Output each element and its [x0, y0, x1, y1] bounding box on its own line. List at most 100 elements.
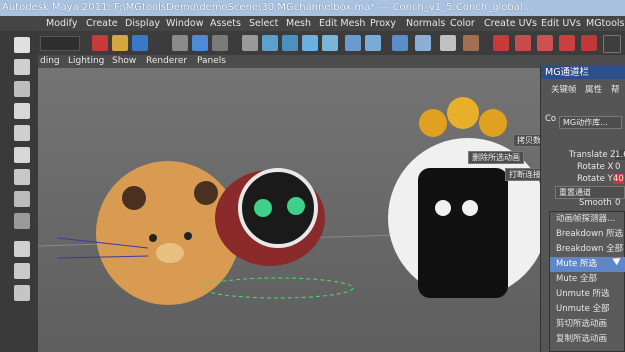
- attr-smooth-value[interactable]: 0: [615, 198, 620, 208]
- tab-keyframe[interactable]: 关键帧: [551, 83, 577, 95]
- layout-outliner-icon[interactable]: [14, 285, 30, 301]
- construction-icon[interactable]: [365, 35, 381, 51]
- move-tool-icon[interactable]: [14, 103, 30, 119]
- render-view-icon[interactable]: [581, 35, 597, 51]
- lasso-tool-icon[interactable]: [14, 59, 30, 75]
- panel-menu-lighting[interactable]: Lighting: [68, 55, 104, 68]
- menu-item-unmute-all[interactable]: Unmute 全部: [550, 302, 625, 317]
- menu-color[interactable]: Color: [450, 16, 475, 31]
- attr-rotate-y-label: Rotate Y: [577, 174, 613, 184]
- render-frame-icon[interactable]: [463, 35, 479, 51]
- main-menubar: Modify Create Display Window Assets Sele…: [0, 16, 625, 31]
- rotate-tool-icon[interactable]: [14, 125, 30, 141]
- snap-surface-icon[interactable]: [322, 35, 338, 51]
- mode-dropdown[interactable]: [40, 36, 80, 51]
- history-icon[interactable]: [345, 35, 361, 51]
- snap-grid-icon[interactable]: [242, 35, 258, 51]
- menu-select[interactable]: Select: [249, 16, 278, 31]
- panel-menubar: ding Lighting Show Renderer Panels: [0, 55, 625, 68]
- select-tool-icon[interactable]: [14, 37, 30, 53]
- new-scene-icon[interactable]: [92, 35, 108, 51]
- last-tool-icon[interactable]: [14, 213, 30, 229]
- menu-create[interactable]: Create: [86, 16, 118, 31]
- hamster-eye-left: [149, 234, 157, 242]
- toggle-panel-icon[interactable]: [603, 35, 621, 53]
- robot-eye-right: [287, 197, 305, 215]
- 3d-viewport[interactable]: [38, 68, 625, 352]
- panel-menu-panels[interactable]: Panels: [197, 55, 226, 68]
- menu-item-unmute-selected[interactable]: Unmute 所选: [550, 287, 625, 302]
- menu-modify[interactable]: Modify: [46, 16, 77, 31]
- robot-eye-left: [254, 199, 272, 217]
- conch-crown: [447, 97, 479, 129]
- menu-proxy[interactable]: Proxy: [370, 16, 396, 31]
- hamster-ear-left: [122, 186, 146, 210]
- save-scene-icon[interactable]: [132, 35, 148, 51]
- attr-translate-z-value[interactable]: 1.6: [615, 150, 625, 160]
- layout-single-icon[interactable]: [14, 241, 30, 257]
- conch-eye-right: [462, 200, 478, 216]
- shelf-toolbar: [0, 31, 625, 56]
- attr-rotate-x-value[interactable]: 0: [615, 162, 620, 172]
- snap-view-icon[interactable]: [302, 35, 318, 51]
- menu-item-mute-all[interactable]: Mute 全部: [550, 272, 625, 287]
- menu-item-breakdown-selected[interactable]: Breakdown 所选: [550, 227, 625, 242]
- select-object-icon[interactable]: [192, 35, 208, 51]
- menu-create-uvs[interactable]: Create UVs: [484, 16, 537, 31]
- tab-help[interactable]: 帮: [611, 83, 620, 95]
- menu-mesh[interactable]: Mesh: [286, 16, 311, 31]
- help-icon[interactable]: [415, 35, 431, 51]
- attr-translate-z-label: Translate Z: [569, 150, 617, 160]
- menu-normals[interactable]: Normals: [406, 16, 445, 31]
- robot-ground-ring: [202, 277, 354, 299]
- break-connection-button[interactable]: 打断连接: [505, 168, 545, 181]
- menu-item-anim-detector[interactable]: 动画帧探测器...: [550, 212, 625, 227]
- ipr-render-icon[interactable]: [515, 35, 531, 51]
- object-label: Co: [545, 114, 557, 124]
- attr-rotate-y-value[interactable]: 40: [613, 174, 624, 184]
- menu-assets[interactable]: Assets: [210, 16, 241, 31]
- panel-menu-shading[interactable]: ding: [40, 55, 60, 68]
- snap-point-icon[interactable]: [282, 35, 298, 51]
- menu-display[interactable]: Display: [125, 16, 160, 31]
- scale-tool-icon[interactable]: [14, 147, 30, 163]
- hypershade-icon[interactable]: [559, 35, 575, 51]
- conch-eye-left: [435, 200, 451, 216]
- hamster-eye-right: [184, 232, 192, 240]
- snap-curve-icon[interactable]: [262, 35, 278, 51]
- tab-attribute[interactable]: 属性: [585, 83, 602, 95]
- render-icon[interactable]: [493, 35, 509, 51]
- render-settings-icon[interactable]: [537, 35, 553, 51]
- channel-panel-title: MG通道栏: [541, 66, 625, 79]
- input-output-icon[interactable]: [392, 35, 408, 51]
- attr-smooth-label: Smooth: [579, 198, 612, 208]
- paint-select-icon[interactable]: [14, 81, 30, 97]
- select-hierarchy-icon[interactable]: [172, 35, 188, 51]
- conch-crown: [419, 109, 447, 137]
- lock-icon[interactable]: [440, 35, 456, 51]
- hamster-ear-right: [194, 181, 218, 205]
- menu-item-cut-anim[interactable]: 剪切所选动画: [550, 317, 625, 332]
- layout-four-icon[interactable]: [14, 263, 30, 279]
- viewport-scene: [38, 97, 625, 305]
- channel-context-menu: 动画帧探测器... Breakdown 所选 Breakdown 全部 Mute…: [549, 211, 625, 352]
- delete-selected-anim-button[interactable]: 删除所选动画: [468, 151, 524, 164]
- soft-mod-icon[interactable]: [14, 191, 30, 207]
- panel-menu-renderer[interactable]: Renderer: [146, 55, 187, 68]
- manipulator-icon[interactable]: [14, 169, 30, 185]
- mg-action-library-button[interactable]: MG动作库...: [559, 116, 622, 129]
- menu-mgtools[interactable]: MGtools: [586, 16, 625, 31]
- menu-window[interactable]: Window: [166, 16, 203, 31]
- panel-menu-show[interactable]: Show: [112, 55, 136, 68]
- window-title: Autodesk Maya 2011: F:\MGtoolsDemo\demoS…: [2, 2, 533, 13]
- menu-edit-mesh[interactable]: Edit Mesh: [319, 16, 365, 31]
- menu-item-breakdown-all[interactable]: Breakdown 全部: [550, 242, 625, 257]
- toolbox: [0, 31, 38, 352]
- conch-body: [418, 168, 508, 298]
- open-scene-icon[interactable]: [112, 35, 128, 51]
- window-titlebar: Autodesk Maya 2011: F:\MGtoolsDemo\demoS…: [0, 0, 625, 16]
- conch-crown: [479, 109, 507, 137]
- menu-edit-uvs[interactable]: Edit UVs: [541, 16, 581, 31]
- select-component-icon[interactable]: [212, 35, 228, 51]
- menu-item-copy-anim[interactable]: 复制所选动画: [550, 332, 625, 347]
